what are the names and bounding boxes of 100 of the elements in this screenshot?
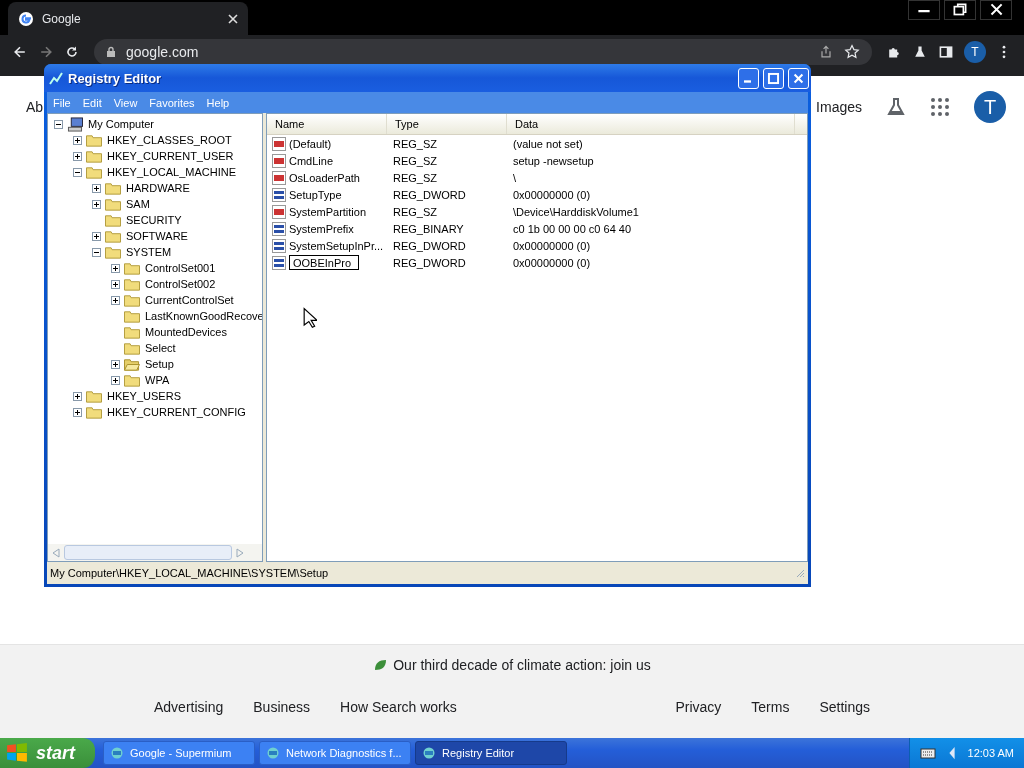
expander-icon[interactable] (111, 295, 120, 305)
tab-title: Google (42, 11, 82, 26)
taskbar-button[interactable]: Registry Editor (415, 741, 567, 765)
close-button[interactable] (788, 67, 809, 89)
value-name[interactable]: SystemSetupInPr... (289, 239, 384, 252)
tree-item[interactable]: HKEY_CURRENT_USER (106, 150, 235, 162)
rename-field[interactable]: OOBEInPro (289, 255, 359, 270)
flask-icon[interactable] (886, 97, 906, 117)
maximize-button[interactable] (763, 67, 784, 89)
tree-item[interactable]: SYSTEM (125, 246, 173, 258)
share-icon[interactable] (818, 43, 834, 60)
binary-value-icon (272, 255, 286, 270)
registry-icon (48, 70, 64, 86)
footer-link[interactable]: Terms (751, 699, 790, 715)
mouse-pointer-icon (303, 307, 317, 329)
expander-icon[interactable] (73, 391, 82, 401)
expander-icon[interactable] (111, 279, 120, 289)
expander-icon[interactable] (73, 135, 82, 145)
minimize-button[interactable] (738, 67, 759, 89)
clock: 12:03 AM (967, 747, 1014, 759)
value-data: \ (512, 171, 518, 184)
climate-link[interactable]: Our third decade of climate action: join us (393, 657, 651, 673)
minimize-icon[interactable] (908, 0, 940, 20)
restore-icon[interactable] (944, 0, 976, 20)
leaf-icon (373, 658, 388, 672)
column-header[interactable]: Type (387, 114, 507, 134)
expander-icon[interactable] (73, 151, 82, 161)
sidebar-icon[interactable] (938, 43, 954, 60)
close-tab-icon[interactable] (228, 13, 238, 24)
value-data: (value not set) (512, 137, 584, 150)
footer-link[interactable]: Business (253, 699, 311, 715)
expander-icon[interactable] (92, 183, 101, 193)
lock-icon (106, 45, 116, 58)
string-value-icon (272, 153, 286, 168)
apps-grid-icon[interactable] (930, 97, 950, 117)
address-bar[interactable]: google.com (94, 38, 872, 65)
tree-item[interactable]: SECURITY (125, 214, 183, 226)
app-icon (266, 746, 280, 760)
resize-grip-icon[interactable] (795, 568, 805, 578)
footer-link[interactable]: Settings (819, 699, 870, 715)
tree-item[interactable]: CurrentControlSet (144, 294, 235, 306)
keyboard-icon[interactable] (919, 746, 936, 760)
google-logo-icon (18, 10, 34, 27)
profile-avatar[interactable]: T (964, 40, 986, 63)
tree-item[interactable]: Select (144, 342, 177, 354)
tree-item[interactable]: My Computer (87, 118, 156, 130)
images-link[interactable]: Images (816, 99, 862, 115)
value-name[interactable]: SystemPartition (289, 205, 367, 218)
close-icon[interactable] (980, 0, 1012, 20)
expander-icon[interactable] (92, 199, 101, 209)
value-type: REG_DWORD (392, 256, 467, 269)
tree-item[interactable]: HKEY_CLASSES_ROOT (106, 134, 233, 146)
expander-icon[interactable] (92, 247, 101, 257)
app-icon (422, 746, 436, 760)
tree-item[interactable]: HKEY_LOCAL_MACHINE (106, 166, 237, 178)
value-data: 0x00000000 (0) (512, 188, 592, 201)
tree-item[interactable]: SAM (125, 198, 151, 210)
column-header[interactable]: Data (507, 114, 795, 134)
value-type: REG_BINARY (392, 222, 465, 235)
star-icon[interactable] (844, 43, 860, 60)
browser-tab[interactable]: Google (8, 2, 248, 35)
tree-item[interactable]: ControlSet002 (144, 278, 217, 290)
expander-icon[interactable] (111, 359, 120, 369)
tree-item[interactable]: SOFTWARE (125, 230, 189, 242)
value-name[interactable]: OsLoaderPath (289, 171, 360, 184)
taskbar-button[interactable]: Google - Supermium (103, 741, 255, 765)
tree-item[interactable]: ControlSet001 (144, 262, 217, 274)
tree-item[interactable]: MountedDevices (144, 326, 228, 338)
taskbar-button[interactable]: Network Diagnostics f... (259, 741, 411, 765)
tree-item[interactable]: WPA (144, 374, 171, 386)
minimize-icon (744, 79, 751, 83)
status-path: My Computer\HKEY_LOCAL_MACHINE\SYSTEM\Setup (50, 567, 329, 579)
account-avatar[interactable]: T (974, 91, 1006, 123)
expander-icon[interactable] (92, 231, 101, 241)
value-name[interactable]: CmdLine (289, 154, 334, 167)
value-name[interactable]: SetupType (289, 188, 342, 201)
close-icon (792, 71, 805, 85)
footer-link[interactable]: Advertising (154, 699, 224, 715)
app-icon (110, 746, 124, 760)
expander-icon[interactable] (111, 263, 120, 273)
footer-link[interactable]: How Search works (340, 699, 457, 715)
string-value-icon (272, 170, 286, 185)
expander-icon[interactable] (73, 167, 82, 177)
tree-item[interactable]: HKEY_USERS (106, 390, 182, 402)
value-data: setup -newsetup (512, 154, 595, 167)
tree-item[interactable]: Setup (144, 358, 175, 370)
string-value-icon (272, 204, 286, 219)
footer-link[interactable]: Privacy (675, 699, 722, 715)
expander-icon[interactable] (73, 407, 82, 417)
string-value-icon (272, 136, 286, 151)
value-name[interactable]: (Default) (289, 137, 332, 150)
flask-icon[interactable] (912, 43, 928, 60)
header-link[interactable]: Ab (26, 99, 44, 115)
tree-item[interactable]: HARDWARE (125, 182, 191, 194)
column-header[interactable]: Name (267, 114, 387, 134)
expander-icon[interactable] (54, 119, 63, 129)
value-type: REG_SZ (392, 171, 438, 184)
tree-item[interactable]: HKEY_CURRENT_CONFIG (106, 406, 247, 418)
value-name[interactable]: SystemPrefix (289, 222, 354, 235)
expander-icon[interactable] (111, 375, 120, 385)
